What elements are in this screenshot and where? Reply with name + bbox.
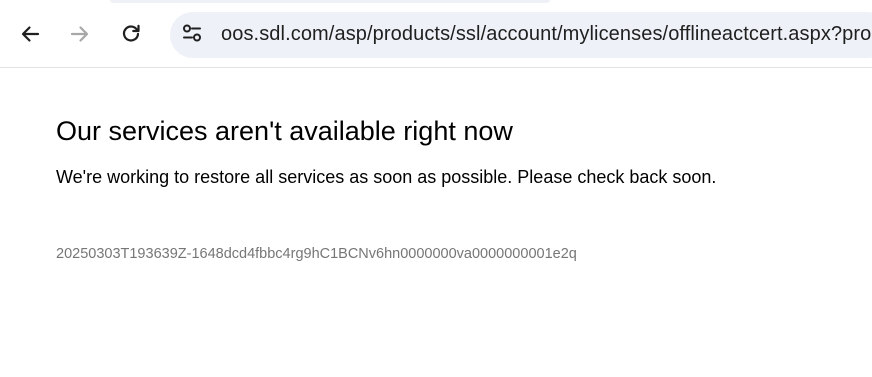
back-arrow-icon (19, 23, 41, 45)
page-title: Our services aren't available right now (56, 116, 513, 146)
address-bar[interactable]: oos.sdl.com/asp/products/ssl/account/myl… (170, 12, 872, 58)
service-unavailable-message: We're working to restore all services as… (56, 167, 717, 187)
site-info-button[interactable] (176, 19, 208, 51)
reload-icon (120, 23, 142, 45)
forward-arrow-icon (69, 23, 91, 45)
tab-strip-edge (0, 0, 872, 4)
active-tab-edge[interactable] (110, 0, 550, 3)
forward-button[interactable] (64, 18, 96, 50)
browser-toolbar: oos.sdl.com/asp/products/ssl/account/myl… (0, 0, 872, 68)
back-button[interactable] (14, 18, 46, 50)
reference-id: 20250303T193639Z-1648dcd4fbbc4rg9hC1BCNv… (56, 246, 577, 262)
url-text[interactable]: oos.sdl.com/asp/products/ssl/account/myl… (221, 23, 872, 46)
reload-button[interactable] (115, 18, 147, 50)
site-info-tune-icon (181, 22, 203, 49)
